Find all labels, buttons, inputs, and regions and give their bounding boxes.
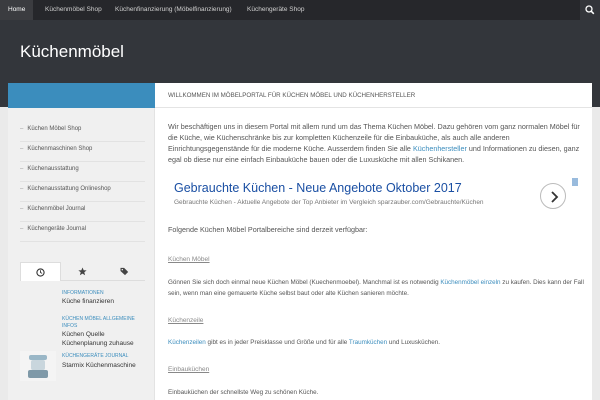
link-kuechenmoebel-einzeln[interactable]: Küchenmöbel einzeln	[440, 279, 500, 286]
list-item[interactable]: INFORMATIONEN Küche finanzieren	[20, 288, 145, 312]
ad-banner[interactable]: Gebrauchte Küchen - Neue Angebote Oktobe…	[168, 178, 580, 215]
post-title[interactable]: Starmix Küchenmaschine	[62, 361, 144, 370]
sidebar-item-kuechengeraete-journal[interactable]: – Küchengeräte Journal	[20, 222, 145, 242]
post-category[interactable]: INFORMATIONEN	[62, 290, 104, 296]
list-item[interactable]: KÜCHENGERÄTE JOURNAL Starmix Küchenmasch…	[20, 351, 145, 381]
intro-text: Wir beschäftigen uns in diesem Portal mi…	[168, 122, 580, 164]
section-heading-kuechen-moebel[interactable]: Küchen Möbel	[168, 256, 210, 263]
post-thumbnail[interactable]	[20, 351, 56, 381]
post-title[interactable]: Küche finanzieren	[62, 297, 144, 306]
site-title[interactable]: Küchenmöbel	[20, 42, 124, 62]
widget-tabs	[20, 262, 145, 281]
chevron-right-icon	[551, 191, 559, 203]
sidebar-item-kuechenmaschinen-shop[interactable]: – Küchenmaschinen Shop	[20, 142, 145, 162]
post-category[interactable]: KÜCHENGERÄTE JOURNAL	[62, 353, 128, 359]
page-frame: – Küchen Möbel Shop – Küchenmaschinen Shop…	[8, 83, 592, 400]
tab-recent[interactable]	[20, 262, 61, 281]
link-kuechenhersteller[interactable]: Küchenhersteller	[413, 144, 467, 153]
tags-icon	[120, 267, 128, 276]
section-text-einbaukuechen: Einbauküchen der schnellste Weg zu schön…	[168, 389, 319, 396]
sidebar-item-kuechenausstattung[interactable]: – Küchenausstattung	[20, 162, 145, 182]
sidebar-accent-bar	[8, 83, 155, 108]
nav-kuechengeraete-shop[interactable]: Küchengeräte Shop	[247, 0, 304, 20]
sidebar-item-kuechenmoebel-journal[interactable]: – Küchenmöbel Journal	[20, 202, 145, 222]
section-text-kuechen-moebel: Gönnen Sie sich doch einmal neue Küchen …	[168, 279, 584, 297]
nav-home[interactable]: Home	[0, 0, 34, 20]
search-icon	[585, 5, 595, 15]
ad-choices-icon[interactable]	[572, 178, 578, 186]
main-heading-bar: WILLKOMMEN IM MÖBELPORTAL FÜR KÜCHEN MÖB…	[155, 83, 592, 108]
sidebar-item-kuechenausstattung-onlineshop[interactable]: – Küchenausstattung Onlineshop	[20, 182, 145, 202]
tab-popular[interactable]	[62, 262, 103, 281]
link-kuechenzeilen[interactable]: Küchenzeilen	[168, 339, 206, 346]
post-title[interactable]: Küchen Quelle Küchenplanung zuhause	[62, 330, 144, 348]
clock-icon	[36, 268, 45, 277]
ad-subtitle[interactable]: Gebrauchte Küchen - Aktuelle Angebote de…	[174, 199, 484, 206]
page-title: WILLKOMMEN IM MÖBELPORTAL FÜR KÜCHEN MÖB…	[168, 92, 416, 99]
list-item[interactable]: KÜCHEN MÖBEL ALLGEMEINE INFOS Küchen Que…	[20, 314, 145, 350]
sidebar: – Küchen Möbel Shop – Küchenmaschinen Shop…	[8, 108, 155, 400]
nav-kuechenmoebel-shop[interactable]: Küchenmöbel Shop	[45, 0, 102, 20]
link-traumkuechen[interactable]: Traumküchen	[349, 339, 387, 346]
sidebar-item-kuechen-moebel-shop[interactable]: – Küchen Möbel Shop	[20, 122, 145, 142]
search-button[interactable]	[580, 0, 600, 20]
sections-lead: Folgende Küchen Möbel Portalbereiche sin…	[168, 225, 368, 234]
ad-next-button[interactable]	[540, 183, 566, 209]
ad-title[interactable]: Gebrauchte Küchen - Neue Angebote Oktobe…	[174, 181, 462, 195]
sidebar-menu: – Küchen Möbel Shop – Küchenmaschinen Shop…	[20, 122, 145, 242]
section-heading-einbaukuechen[interactable]: Einbauküchen	[168, 366, 209, 373]
star-icon	[78, 267, 87, 276]
tab-tags[interactable]	[104, 262, 145, 281]
nav-kuechenfinanzierung[interactable]: Küchenfinanzierung (Möbelfinanzierung)	[115, 0, 232, 20]
section-text-kuechenzeile: Küchenzeilen gibt es in jeder Preisklass…	[168, 339, 440, 346]
main-content: Wir beschäftigen uns in diesem Portal mi…	[168, 121, 588, 396]
section-heading-kuechenzeile[interactable]: Küchenzeile	[168, 317, 203, 324]
top-navigation: Home Küchenmöbel Shop Küchenfinanzierung…	[0, 0, 600, 20]
post-category[interactable]: KÜCHEN MÖBEL ALLGEMEINE INFOS	[62, 316, 144, 330]
